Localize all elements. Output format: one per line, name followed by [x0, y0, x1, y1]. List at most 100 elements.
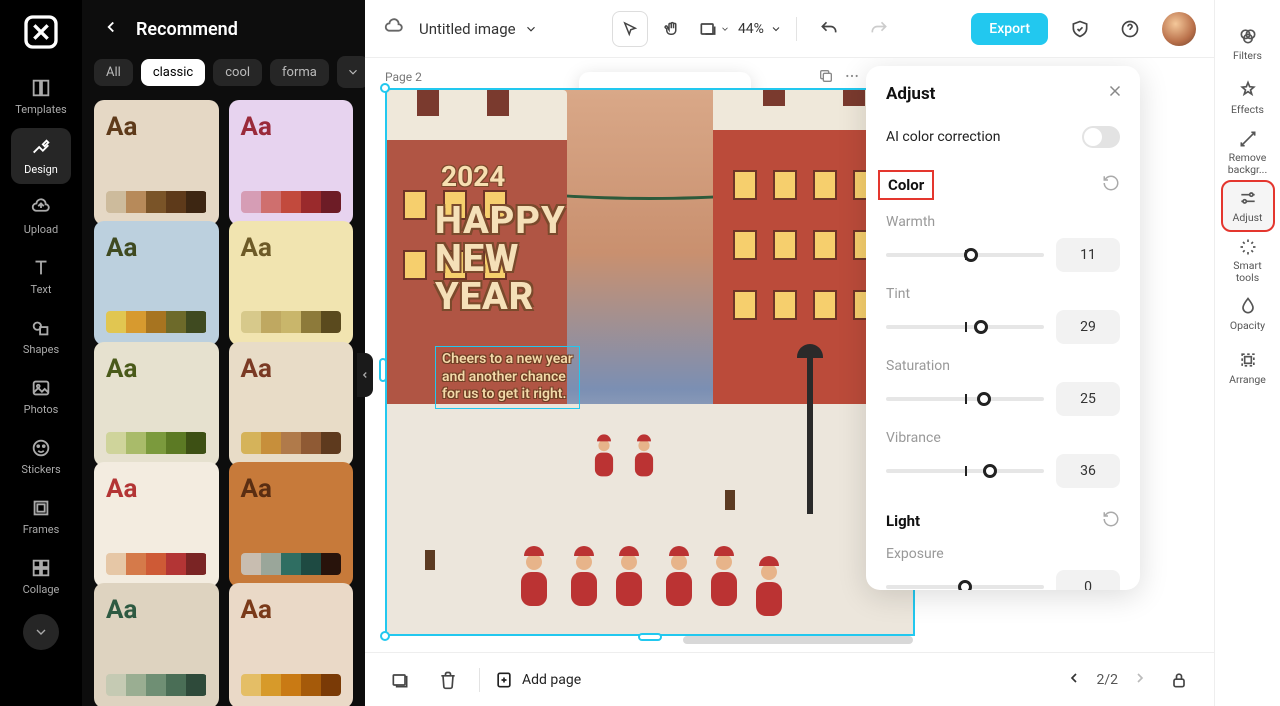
adjust-title: Adjust — [886, 84, 1120, 104]
lock-icon[interactable] — [1162, 663, 1196, 697]
left-rail: Templates Design Upload Text Shapes Phot… — [0, 0, 82, 706]
rail-frames[interactable]: Frames — [11, 488, 71, 544]
bottombar: Add page 2/2 — [365, 652, 1214, 706]
topbar: Untitled image 44% Export — [365, 0, 1214, 58]
palette-card[interactable]: Aa — [94, 342, 219, 467]
palette-card[interactable]: Aa — [229, 583, 354, 706]
rail-collage[interactable]: Collage — [11, 548, 71, 604]
slider-value[interactable]: 0 — [1056, 570, 1120, 590]
app-logo[interactable] — [21, 12, 61, 52]
rail-more[interactable] — [23, 614, 59, 650]
layers-icon[interactable] — [383, 663, 417, 697]
rail-design[interactable]: Design — [11, 128, 71, 184]
pager: 2/2 — [1066, 670, 1148, 690]
chip-cool[interactable]: cool — [213, 59, 262, 86]
slider-track[interactable] — [886, 253, 1044, 257]
slider-warmth: Warmth 11 — [886, 214, 1120, 272]
ai-toggle[interactable] — [1082, 126, 1120, 148]
panel-title: Recommend — [136, 19, 238, 40]
slider-vibrance: Vibrance36 — [886, 430, 1120, 488]
help-icon[interactable] — [1112, 11, 1148, 47]
chip-all[interactable]: All — [94, 59, 133, 86]
slider-value[interactable]: 36 — [1056, 454, 1120, 488]
trash-icon[interactable] — [431, 663, 465, 697]
shield-icon[interactable] — [1062, 11, 1098, 47]
cloud-icon[interactable] — [383, 16, 405, 42]
rail-templates[interactable]: Templates — [11, 68, 71, 124]
palette-card[interactable]: Aa — [94, 462, 219, 587]
cursor-tool[interactable] — [612, 11, 648, 47]
undo-button[interactable] — [811, 11, 847, 47]
duplicate-page-icon[interactable] — [818, 68, 834, 88]
horizontal-scrollbar[interactable] — [683, 636, 913, 644]
reset-color-icon[interactable] — [1102, 174, 1120, 196]
text-year[interactable]: 2024 — [441, 160, 505, 193]
slider-saturation: Saturation 25 — [886, 358, 1120, 416]
text-sub[interactable]: Cheers to a new year and another chance … — [435, 346, 580, 409]
canvas-area: Page 2 — [365, 58, 1214, 652]
palette-card[interactable]: Aa — [229, 100, 354, 225]
resize-tool[interactable] — [696, 11, 732, 47]
slider-thumb[interactable] — [964, 248, 978, 262]
palette-card[interactable]: Aa — [229, 342, 354, 467]
redo-button[interactable] — [861, 11, 897, 47]
main-area: Untitled image 44% Export Page 2 — [365, 0, 1214, 706]
rr-remove-bg[interactable]: Remove backgr... — [1221, 126, 1275, 178]
rail-stickers[interactable]: Stickers — [11, 428, 71, 484]
panel-back[interactable] — [102, 18, 120, 40]
chip-classic[interactable]: classic — [141, 59, 205, 86]
palette-card[interactable]: Aa — [94, 100, 219, 225]
palette-card[interactable]: Aa — [229, 462, 354, 587]
slider-value[interactable]: 11 — [1056, 238, 1120, 272]
slider-track[interactable] — [886, 397, 1044, 401]
rr-opacity[interactable]: Opacity — [1221, 288, 1275, 340]
slider-track[interactable] — [886, 585, 1044, 589]
slider-thumb[interactable] — [983, 464, 997, 478]
chip-formal[interactable]: forma — [270, 59, 329, 86]
chip-row: All classic cool forma — [82, 52, 365, 100]
text-headline[interactable]: HAPPYNEWYEAR — [435, 202, 566, 316]
rr-arrange[interactable]: Arrange — [1221, 342, 1275, 394]
slider-thumb[interactable] — [977, 392, 991, 406]
page-next[interactable] — [1132, 670, 1148, 690]
palette-card[interactable]: Aa — [94, 583, 219, 706]
page-label: Page 2 — [385, 70, 422, 84]
slider-value[interactable]: 29 — [1056, 310, 1120, 344]
slider-track[interactable] — [886, 469, 1044, 473]
avatar[interactable] — [1162, 12, 1196, 46]
doc-title[interactable]: Untitled image — [419, 20, 538, 38]
slider-value[interactable]: 25 — [1056, 382, 1120, 416]
slider-thumb[interactable] — [974, 320, 988, 334]
right-rail: Filters Effects Remove backgr... Adjust … — [1214, 0, 1280, 706]
rail-text[interactable]: Text — [11, 248, 71, 304]
panel-collapse[interactable] — [357, 353, 373, 397]
palette-card[interactable]: Aa — [94, 221, 219, 346]
palette-card[interactable]: Aa — [229, 221, 354, 346]
slider-label: Warmth — [886, 214, 1120, 230]
close-icon[interactable] — [1106, 82, 1124, 104]
zoom-control[interactable]: 44% — [738, 21, 782, 37]
page-actions — [818, 68, 860, 88]
rail-upload[interactable]: Upload — [11, 188, 71, 244]
rail-photos[interactable]: Photos — [11, 368, 71, 424]
slider-label: Saturation — [886, 358, 1120, 374]
slider-tint: Tint 29 — [886, 286, 1120, 344]
slider-label: Exposure — [886, 546, 1120, 562]
page-count: 2/2 — [1096, 672, 1118, 688]
add-page-button[interactable]: Add page — [494, 670, 581, 690]
rr-effects[interactable]: Effects — [1221, 72, 1275, 124]
slider-track[interactable] — [886, 325, 1044, 329]
reset-light-icon[interactable] — [1102, 510, 1120, 532]
adjust-panel: Adjust AI color correction Color Warmth1… — [866, 66, 1140, 590]
hand-tool[interactable] — [654, 11, 690, 47]
rr-filters[interactable]: Filters — [1221, 18, 1275, 70]
page-prev[interactable] — [1066, 670, 1082, 690]
slider-label: Tint — [886, 286, 1120, 302]
page-more-icon[interactable] — [844, 68, 860, 88]
rail-shapes[interactable]: Shapes — [11, 308, 71, 364]
slider-thumb[interactable] — [958, 580, 972, 590]
canvas[interactable]: 2024 HAPPYNEWYEAR Cheers to a new year a… — [385, 88, 915, 636]
export-button[interactable]: Export — [971, 13, 1048, 45]
rr-smart-tools[interactable]: Smart tools — [1221, 234, 1275, 286]
rr-adjust[interactable]: Adjust — [1221, 180, 1275, 232]
